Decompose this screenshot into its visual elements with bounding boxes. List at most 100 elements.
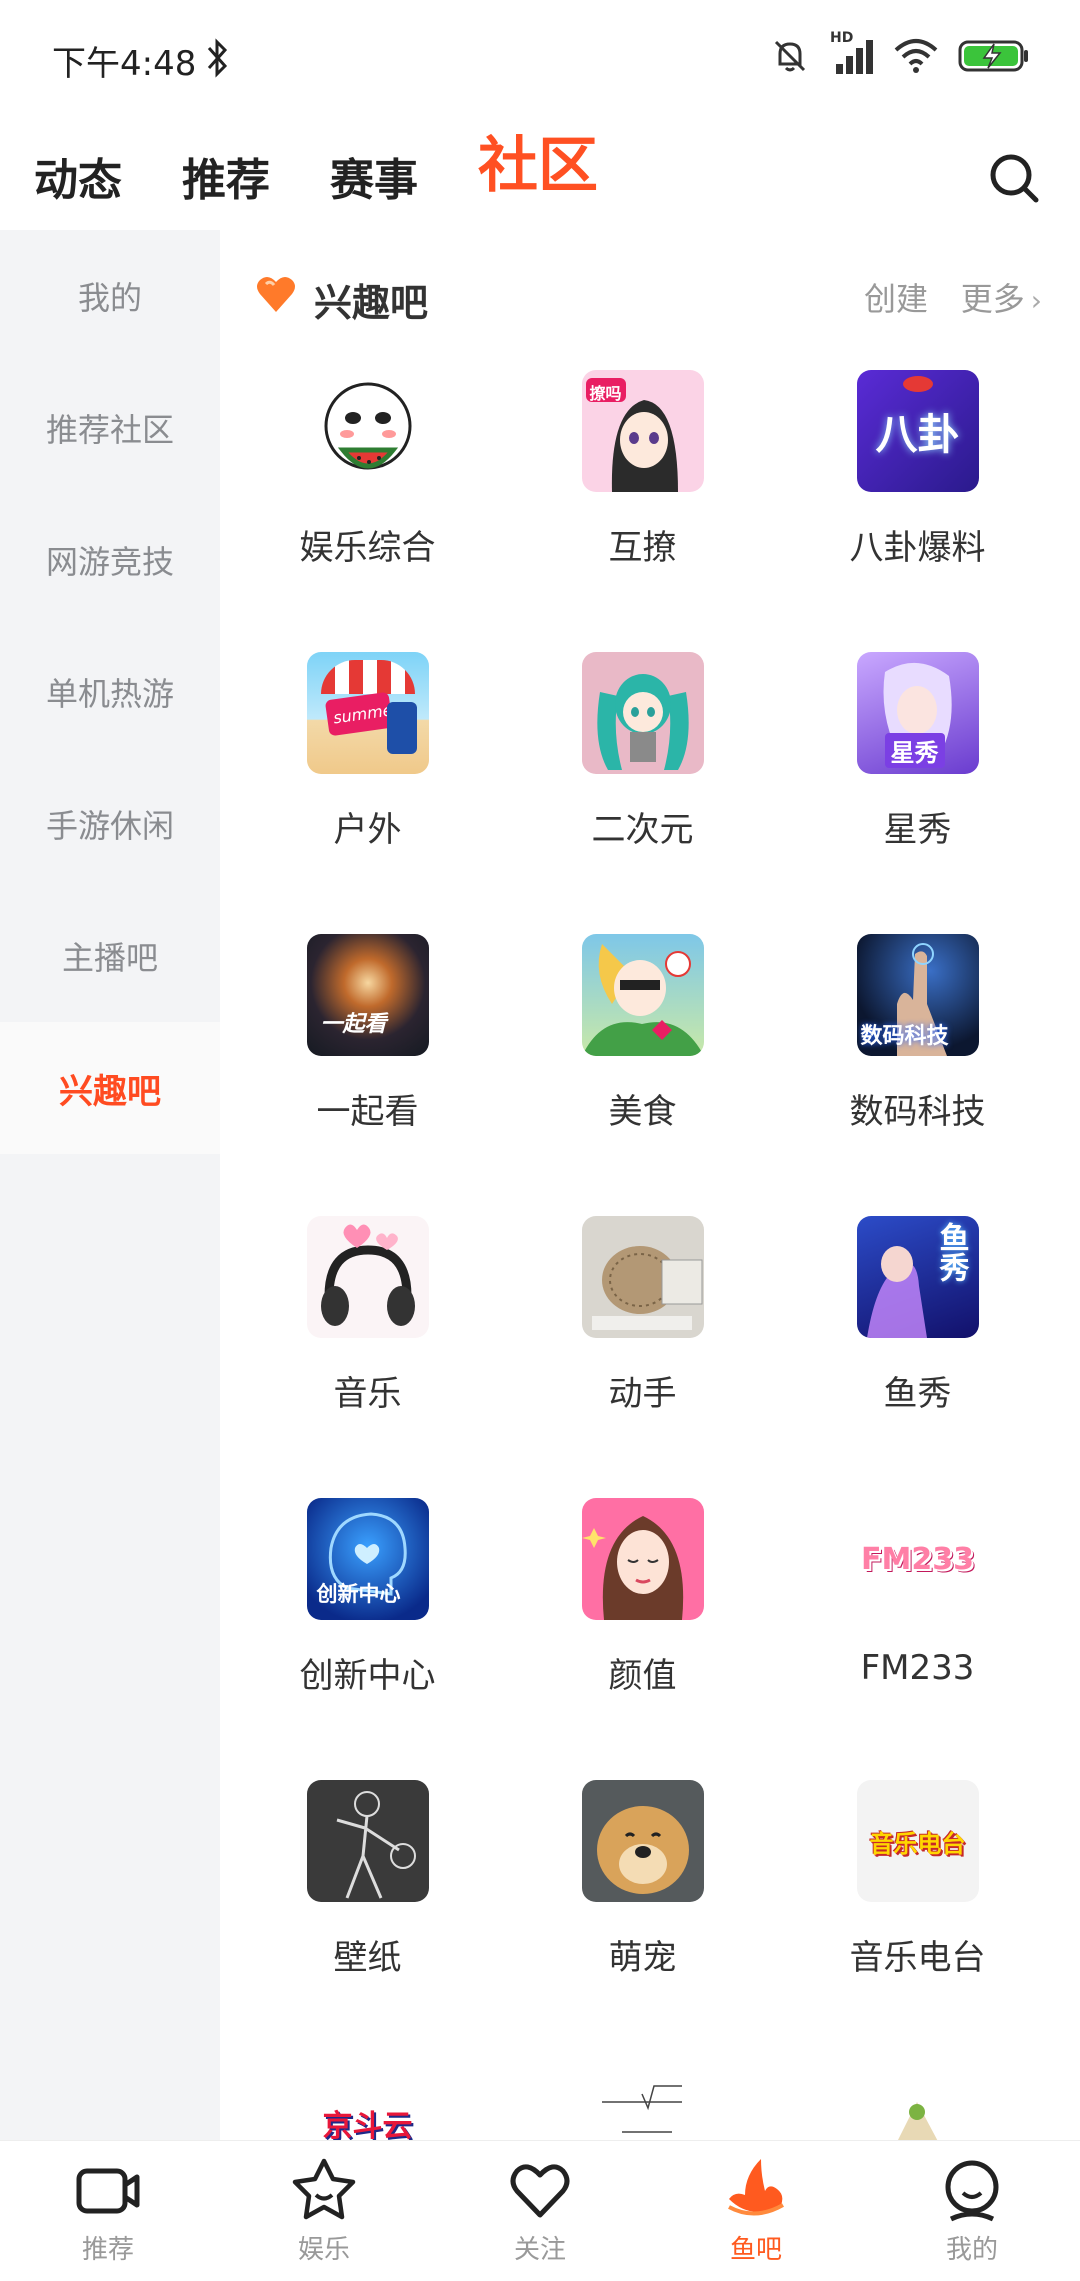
main-content: 兴趣吧 创建 更多 › 娱乐综合 撩吗 互撩 八卦 八卦爆料 summer 户外… bbox=[220, 230, 1080, 2140]
badge-text: 京斗云 bbox=[322, 2109, 413, 2140]
badge-text: 一起看 bbox=[320, 1012, 387, 1037]
heart-icon bbox=[257, 276, 295, 312]
mute-bell-icon bbox=[774, 40, 806, 72]
grid-item-label: 壁纸 bbox=[333, 1938, 402, 1978]
section-title: 兴趣吧 bbox=[314, 281, 429, 325]
tab-saishi[interactable]: 赛事 bbox=[330, 144, 418, 208]
watch-together-icon: 一起看 bbox=[306, 934, 429, 1056]
hedgehog-icon bbox=[581, 1216, 704, 1338]
create-button[interactable]: 创建 bbox=[864, 274, 928, 320]
grid-item[interactable]: 壁纸 bbox=[230, 1780, 505, 2062]
grid-item-label: 音乐 bbox=[333, 1374, 402, 1414]
grid-item[interactable] bbox=[780, 2062, 1055, 2140]
sidebar-item-recommended[interactable]: 推荐社区 bbox=[0, 362, 220, 494]
grid-item-label: 创新中心 bbox=[299, 1656, 436, 1696]
headphones-icon bbox=[306, 1216, 429, 1338]
sidebar-item-mobile-games[interactable]: 手游休闲 bbox=[0, 758, 220, 890]
wifi-icon bbox=[894, 39, 938, 73]
nav-follow[interactable]: 关注 bbox=[432, 2141, 648, 2281]
nav-recommend[interactable]: 推荐 bbox=[0, 2141, 216, 2281]
heart-outline-icon bbox=[510, 2164, 570, 2218]
grid-item[interactable]: 萌宠 bbox=[505, 1780, 780, 2062]
grid-item-label: 萌宠 bbox=[608, 1938, 677, 1978]
fish-bar-icon bbox=[728, 2159, 784, 2216]
fm233-logo-icon: FM233 bbox=[856, 1498, 979, 1620]
grid-item[interactable]: 创新中心 创新中心 bbox=[230, 1498, 505, 1780]
nav-label: 我的 bbox=[945, 2235, 998, 2265]
grid-item-label: 户外 bbox=[333, 810, 402, 850]
badge-text: 鱼秀 bbox=[933, 1222, 969, 1282]
status-icons: HD bbox=[770, 30, 1030, 78]
nav-label: 关注 bbox=[513, 2235, 566, 2265]
tab-shequ[interactable]: 社区 bbox=[478, 117, 598, 204]
grid-item-label: 二次元 bbox=[591, 810, 694, 850]
grid-item[interactable]: 一起看 一起看 bbox=[230, 934, 505, 1216]
sidebar-item-online-games[interactable]: 网游竞技 bbox=[0, 494, 220, 626]
gossip-icon: 八卦 bbox=[856, 370, 979, 492]
grid-item[interactable]: 八卦 八卦爆料 bbox=[780, 370, 1055, 652]
grid-item[interactable] bbox=[505, 2062, 780, 2140]
nav-mine[interactable]: 我的 bbox=[864, 2141, 1080, 2281]
miku-icon bbox=[581, 652, 704, 774]
digital-tech-icon: 数码科技 bbox=[856, 934, 979, 1056]
grid-item[interactable]: 二次元 bbox=[505, 652, 780, 934]
nav-fish-bar[interactable]: 鱼吧 bbox=[648, 2141, 864, 2281]
grid-item-label: 动手 bbox=[608, 1374, 677, 1414]
grid-item[interactable]: 鱼秀 鱼秀 bbox=[780, 1216, 1055, 1498]
battery-charging-icon bbox=[958, 40, 1028, 72]
music-radio-icon: 音乐电台 bbox=[856, 1780, 979, 1902]
sidebar-item-mine[interactable]: 我的 bbox=[0, 230, 220, 362]
badge-text: 数码科技 bbox=[860, 1024, 949, 1049]
grid-item[interactable]: summer 户外 bbox=[230, 652, 505, 934]
grid-item-label: 数码科技 bbox=[849, 1092, 986, 1132]
interest-grid: 娱乐综合 撩吗 互撩 八卦 八卦爆料 summer 户外 二次元 星秀 星秀 一… bbox=[220, 370, 1080, 2140]
badge-text: 撩吗 bbox=[589, 384, 622, 403]
grid-item[interactable]: 颜值 bbox=[505, 1498, 780, 1780]
grid-item[interactable]: 撩吗 互撩 bbox=[505, 370, 780, 652]
grid-item-label: 一起看 bbox=[316, 1092, 419, 1132]
star-show-icon: 星秀 bbox=[856, 652, 979, 774]
nav-entertainment[interactable]: 娱乐 bbox=[216, 2141, 432, 2281]
section-header: 兴趣吧 创建 更多 › bbox=[220, 230, 1080, 360]
nav-label: 娱乐 bbox=[297, 2235, 350, 2265]
grid-item-label: 美食 bbox=[608, 1092, 677, 1132]
star-face-icon bbox=[292, 2158, 356, 2220]
grid-item[interactable]: 音乐 bbox=[230, 1216, 505, 1498]
grid-item[interactable]: 京斗云 bbox=[230, 2062, 505, 2140]
grid-item[interactable]: 星秀 星秀 bbox=[780, 652, 1055, 934]
status-time: 下午4:48 bbox=[52, 44, 197, 84]
grid-item[interactable]: 美食 bbox=[505, 934, 780, 1216]
grid-item-label: 鱼秀 bbox=[883, 1374, 952, 1414]
badge-text: 音乐电台 bbox=[869, 1829, 966, 1858]
grid-item[interactable]: 数码科技 数码科技 bbox=[780, 934, 1055, 1216]
status-bar: 下午4:48 HD bbox=[0, 0, 1080, 110]
grid-item-label: 八卦爆料 bbox=[849, 528, 986, 568]
wallpaper-icon bbox=[306, 1780, 429, 1902]
tab-tuijian[interactable]: 推荐 bbox=[182, 144, 270, 208]
grid-item-label: 互撩 bbox=[608, 528, 677, 568]
tab-dongtai[interactable]: 动态 bbox=[34, 144, 122, 208]
cute-dog-icon bbox=[581, 1780, 704, 1902]
grid-item[interactable]: FM233 FM233 bbox=[780, 1498, 1055, 1780]
math-formula-icon bbox=[581, 2062, 704, 2140]
grid-item[interactable]: 音乐电台 音乐电台 bbox=[780, 1780, 1055, 2062]
sidebar-item-streamer-bar[interactable]: 主播吧 bbox=[0, 890, 220, 1022]
video-camera-icon bbox=[76, 2168, 140, 2214]
nav-label: 推荐 bbox=[81, 2235, 134, 2265]
innovation-brain-icon: 创新中心 bbox=[306, 1498, 429, 1620]
sidebar-item-single-player[interactable]: 单机热游 bbox=[0, 626, 220, 758]
grid-item-label: 娱乐综合 bbox=[299, 528, 436, 568]
grid-item-label: 星秀 bbox=[883, 810, 952, 850]
grid-item[interactable]: 娱乐综合 bbox=[230, 370, 505, 652]
chevron-right-icon: › bbox=[1030, 284, 1042, 317]
search-icon[interactable] bbox=[984, 148, 1044, 208]
badge-text: 星秀 bbox=[884, 733, 945, 768]
more-button[interactable]: 更多 › bbox=[961, 274, 1042, 320]
grid-item-label: 颜值 bbox=[608, 1656, 677, 1696]
landscape-art-icon bbox=[856, 2062, 979, 2140]
sidebar-item-interest-bar[interactable]: 兴趣吧 bbox=[0, 1022, 220, 1154]
network-type-label: HD bbox=[830, 30, 854, 46]
fish-show-icon: 鱼秀 bbox=[856, 1216, 979, 1338]
grid-item[interactable]: 动手 bbox=[505, 1216, 780, 1498]
top-tabs: 动态 推荐 赛事 社区 bbox=[0, 110, 1080, 230]
